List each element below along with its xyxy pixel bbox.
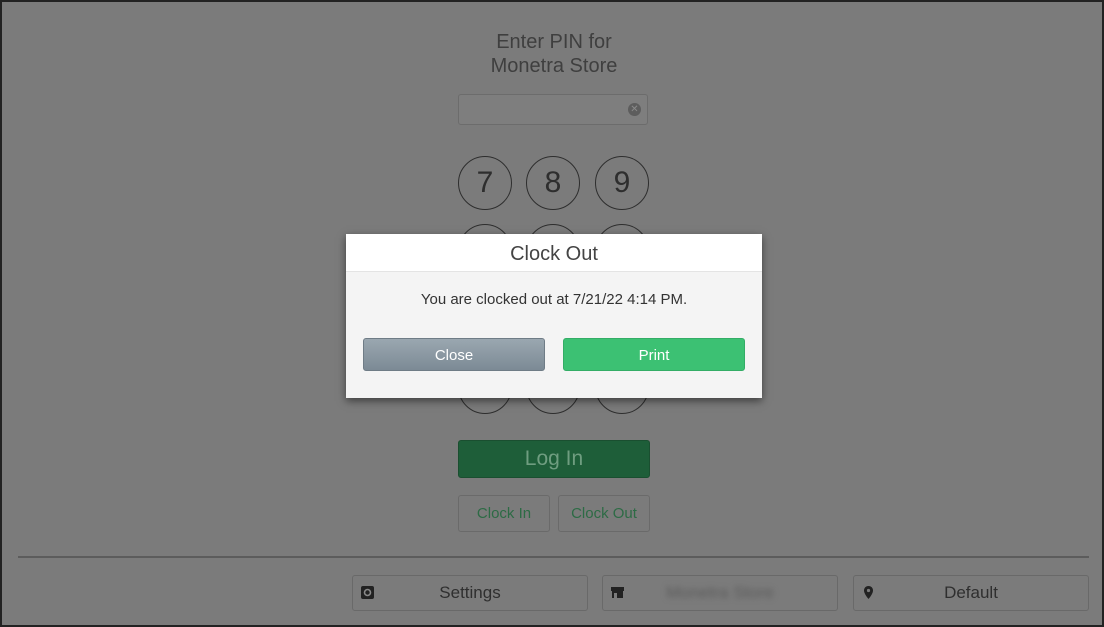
keypad-key[interactable]: 8 [526,156,580,210]
print-button[interactable]: Print [563,338,745,371]
close-button[interactable]: Close [363,338,545,371]
location-button[interactable]: Default [853,575,1089,611]
title-line-1: Enter PIN for [496,31,612,53]
dialog-message: You are clocked out at 7/21/22 4:14 PM. [420,291,688,308]
location-label: Default [944,583,998,602]
keypad-key[interactable]: 7 [458,156,512,210]
dialog-title: Clock Out [346,234,762,272]
map-pin-icon [864,586,873,599]
settings-label: Settings [439,583,501,602]
clear-icon[interactable]: ✕ [628,103,641,116]
store-button[interactable]: Monetra Store [602,575,838,611]
page-title: Enter PIN for Monetra Store [2,30,1104,78]
pin-input[interactable]: ✕ [458,94,648,125]
store-icon [611,587,624,598]
clock-in-button[interactable]: Clock In [458,495,550,532]
settings-button[interactable]: Settings [352,575,588,611]
store-label: Monetra Store [666,583,774,602]
keypad-key[interactable]: 9 [595,156,649,210]
login-button[interactable]: Log In [458,440,650,478]
clock-out-button[interactable]: Clock Out [558,495,650,532]
title-line-2: Monetra Store [490,55,618,77]
divider [18,556,1089,558]
clock-out-dialog: Clock Out You are clocked out at 7/21/22… [346,234,762,398]
gear-icon [361,586,374,599]
